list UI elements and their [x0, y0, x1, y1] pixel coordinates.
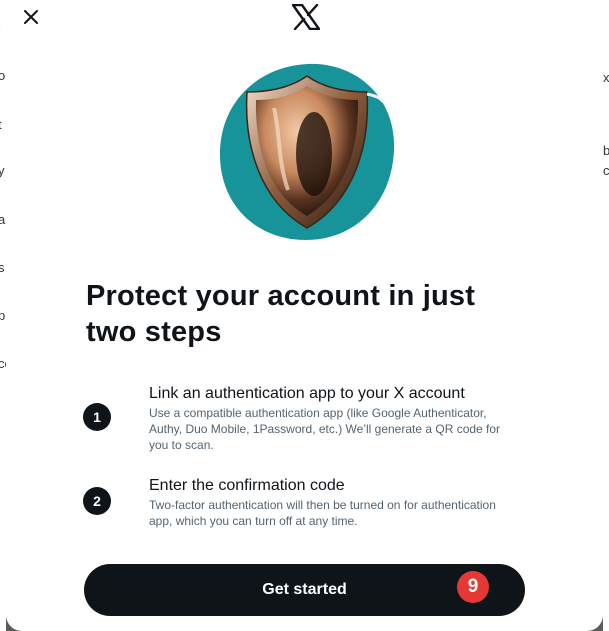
step-1: 1 Link an authentication app to your X a… [82, 385, 542, 455]
close-button[interactable] [20, 6, 42, 28]
step-number-badge: 2 [83, 487, 111, 515]
shield-illustration [219, 63, 395, 240]
backdrop-fragment: i [0, 19, 1, 34]
backdrop-fragment: p [0, 308, 6, 323]
backdrop-fragment: o [0, 68, 6, 83]
step-heading: Link an authentication app to your X acc… [149, 385, 465, 402]
step-text: Enter the confirmation code Two-factor a… [149, 477, 519, 529]
step-2: 2 Enter the confirmation code Two-factor… [82, 477, 542, 531]
step-text: Link an authentication app to your X acc… [149, 385, 519, 453]
step-heading: Enter the confirmation code [149, 477, 345, 494]
step-description: Use a compatible authentication app (lik… [149, 406, 501, 452]
backdrop-fragment: c [603, 163, 609, 178]
x-logo-icon [292, 4, 320, 30]
backdrop-fragment: t [0, 117, 2, 132]
backdrop-fragment: s [0, 260, 5, 275]
annotation-marker: 9 [457, 571, 489, 603]
backdrop-right-edge: x b c [603, 0, 609, 631]
modal-title: Protect your account in just two steps [86, 280, 476, 348]
close-icon [24, 10, 38, 24]
backdrop-fragment: x [603, 70, 609, 85]
step-number-badge: 1 [83, 403, 111, 431]
two-factor-modal: Protect your account in just two steps 1… [6, 0, 603, 631]
backdrop-fragment: a [0, 212, 6, 227]
step-description: Two-factor authentication will then be t… [149, 498, 496, 528]
backdrop-fragment: b [603, 143, 609, 158]
backdrop-fragment: y [0, 163, 5, 178]
